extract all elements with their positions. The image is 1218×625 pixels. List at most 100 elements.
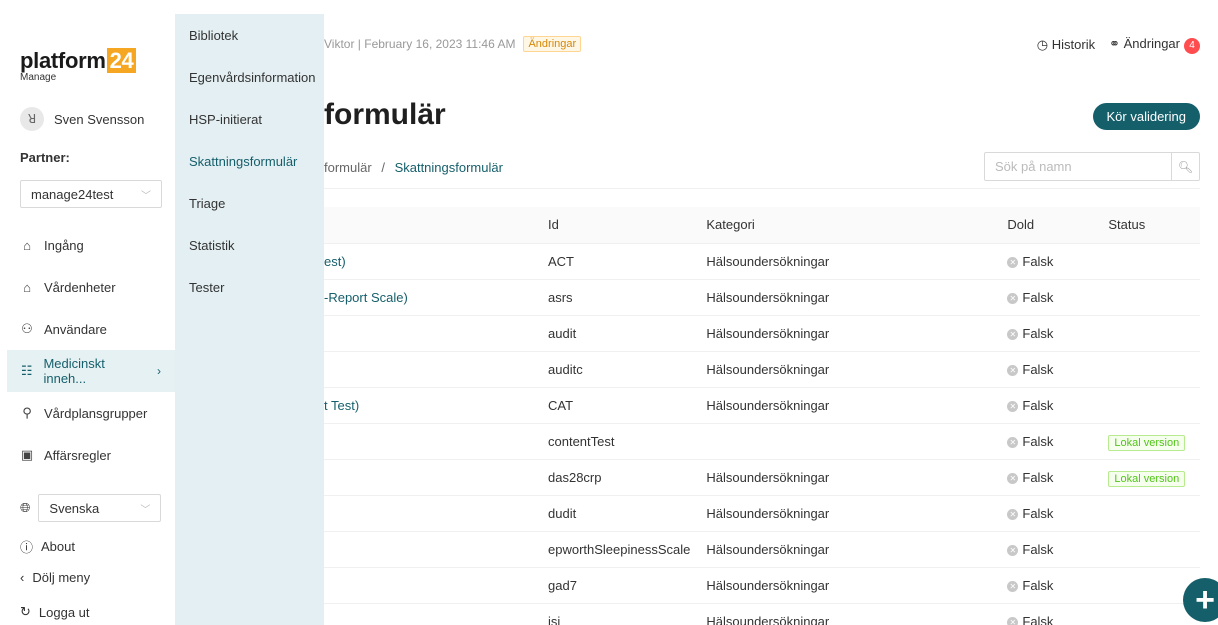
cell-name[interactable] [324,567,540,604]
info-icon: ⓘ [20,540,34,555]
forms-table: Id Kategori Dold Status est) ACT Hälsounde… [324,207,1200,625]
sidebar-item[interactable]: ⌂ Ingång [0,224,175,266]
sidebar-item[interactable]: ⚇ Användare [0,308,175,350]
partner-select[interactable]: manage24test ﹀ [20,180,162,208]
nav-icon: ☷ [20,363,33,378]
cell-id: audit [540,315,699,352]
table-row[interactable]: epworthSleepinessScale Hälsoundersökninga… [324,531,1200,568]
change-meta: Viktor | February 16, 2023 11:46 AM Ändr… [324,36,582,52]
changes-button[interactable]: ⚭ Ändringar 4 [1109,36,1200,54]
history-button[interactable]: ◷ Historik [1037,37,1095,53]
column-header-name [324,207,540,244]
about-link[interactable]: ⓘ About [20,537,75,556]
sidebar-item[interactable]: ▣ Affärsregler [0,434,175,476]
nav-icon: ▣ [20,447,34,462]
cell-kategori: Hälsoundersökningar [698,387,1000,424]
table-row[interactable]: auditc Hälsoundersökningar ✕ Falsk [324,351,1200,388]
changes-label: Ändringar [1123,36,1180,51]
submenu-item[interactable]: Statistik [175,224,324,266]
cell-name[interactable] [324,315,540,352]
column-header-id[interactable]: Id [540,207,699,244]
table-row[interactable]: -Report Scale) asrs Hälsoundersökningar ✕ Fa… [324,279,1200,316]
dold-value: Falsk [1022,289,1054,305]
cell-status: Lokal version [1100,459,1200,496]
cell-dold: ✕ Falsk [999,315,1101,352]
sidebar-item-label: Användare [44,321,107,337]
partner-select-value: manage24test [31,186,114,202]
cell-id: isi [540,603,699,625]
submenu-item[interactable]: Egenvårdsinformation [175,56,324,98]
status-tag: Lokal version [1108,434,1186,451]
cell-name[interactable] [324,531,540,568]
language-row: 🌐︎ Svenska ﹀ [20,494,162,522]
cell-dold: ✕ Falsk [999,351,1101,388]
cell-name[interactable] [324,423,540,460]
changes-count-badge: 4 [1184,37,1200,54]
cell-name[interactable] [324,459,540,496]
table-row[interactable]: audit Hälsoundersökningar ✕ Falsk [324,315,1200,352]
cell-name[interactable] [324,603,540,625]
cell-kategori: Hälsoundersökningar [698,459,1000,496]
hide-menu-link[interactable]: ‹ Dölj meny [20,570,90,585]
sidebar-item[interactable]: ⚲ Vårdplansgrupper [0,392,175,434]
column-header-kategori[interactable]: Kategori [698,207,1000,244]
cell-status [1100,351,1200,388]
search-box: Sök på namn 🔍︎ [984,152,1200,181]
cell-kategori: Hälsoundersökningar [698,243,1000,280]
breadcrumb-parent[interactable]: formulär [324,160,372,175]
logout-link[interactable]: ↻ Logga ut [20,604,90,620]
cell-dold: ✕ Falsk [999,459,1101,496]
submenu-item[interactable]: Triage [175,182,324,224]
column-header-status[interactable]: Status [1100,207,1200,244]
sidebar-item-label: Vårdplansgrupper [44,405,148,421]
dold-value: Falsk [1022,613,1054,625]
cell-status [1100,279,1200,316]
logo-number: 24 [106,48,137,73]
main-nav: ⌂ Ingång ⌂ Vårdenheter ⚇ Användare ☷ Medicinskt… [0,224,175,476]
search-input[interactable]: Sök på namn [985,153,1171,180]
branch-icon: ⚭ [1109,36,1120,51]
table-header-row: Id Kategori Dold Status [324,207,1200,244]
table-row[interactable]: est) ACT Hälsoundersökningar ✕ Falsk [324,243,1200,280]
table-row[interactable]: t Test) CAT Hälsoundersökningar ✕ Falsk [324,387,1200,424]
cell-name[interactable] [324,351,540,388]
search-button[interactable]: 🔍︎ [1171,153,1199,180]
cell-status [1100,315,1200,352]
cell-name[interactable]: -Report Scale) [324,279,540,316]
cell-kategori [698,423,1000,460]
table-row[interactable]: das28crp Hälsoundersökningar ✕ Falsk Lokal v… [324,459,1200,496]
clock-icon: ◷ [1036,36,1049,52]
column-header-dold[interactable]: Dold [999,207,1101,244]
logout-label: Logga ut [38,604,90,620]
validate-button[interactable]: Kör validering [1092,103,1200,130]
submenu-item[interactable]: Skattningsformulär [175,140,324,182]
cell-dold: ✕ Falsk [999,279,1101,316]
cell-kategori: Hälsoundersökningar [698,315,1000,352]
nav-icon: ⌂ [23,237,31,253]
sidebar-item[interactable]: ⌂ Vårdenheter [0,266,175,308]
submenu-item[interactable]: Tester [175,266,324,308]
logo[interactable]: platform 24 Manage [20,48,137,83]
language-select[interactable]: Svenska ﹀ [38,494,162,522]
partner-label: Partner: [20,150,70,165]
dold-value: Falsk [1022,505,1054,521]
cell-id: asrs [540,279,699,316]
cell-name[interactable]: est) [324,243,540,280]
submenu-item[interactable]: Bibliotek [175,14,324,56]
logout-icon: ↻ [20,604,31,619]
table-row[interactable]: dudit Hälsoundersökningar ✕ Falsk [324,495,1200,532]
nav-icon: ⚲ [22,405,32,420]
dold-value: Falsk [1022,469,1054,485]
dold-value: Falsk [1022,397,1054,413]
cell-dold: ✕ Falsk [999,243,1101,280]
cell-status [1100,243,1200,280]
user-profile[interactable]: ꓤ Sven Svensson [20,107,144,131]
table-row[interactable]: isi Hälsoundersökningar ✕ Falsk [324,603,1200,625]
table-row[interactable]: contentTest ✕ Falsk Lokal version [324,423,1200,460]
table-row[interactable]: gad7 Hälsoundersökningar ✕ Falsk [324,567,1200,604]
cell-name[interactable] [324,495,540,532]
close-circle-icon: ✕ [1007,580,1019,592]
sidebar-item[interactable]: ☷ Medicinskt inneh... › [7,350,175,392]
cell-name[interactable]: t Test) [324,387,540,424]
submenu-item[interactable]: HSP-initierat [175,98,324,140]
